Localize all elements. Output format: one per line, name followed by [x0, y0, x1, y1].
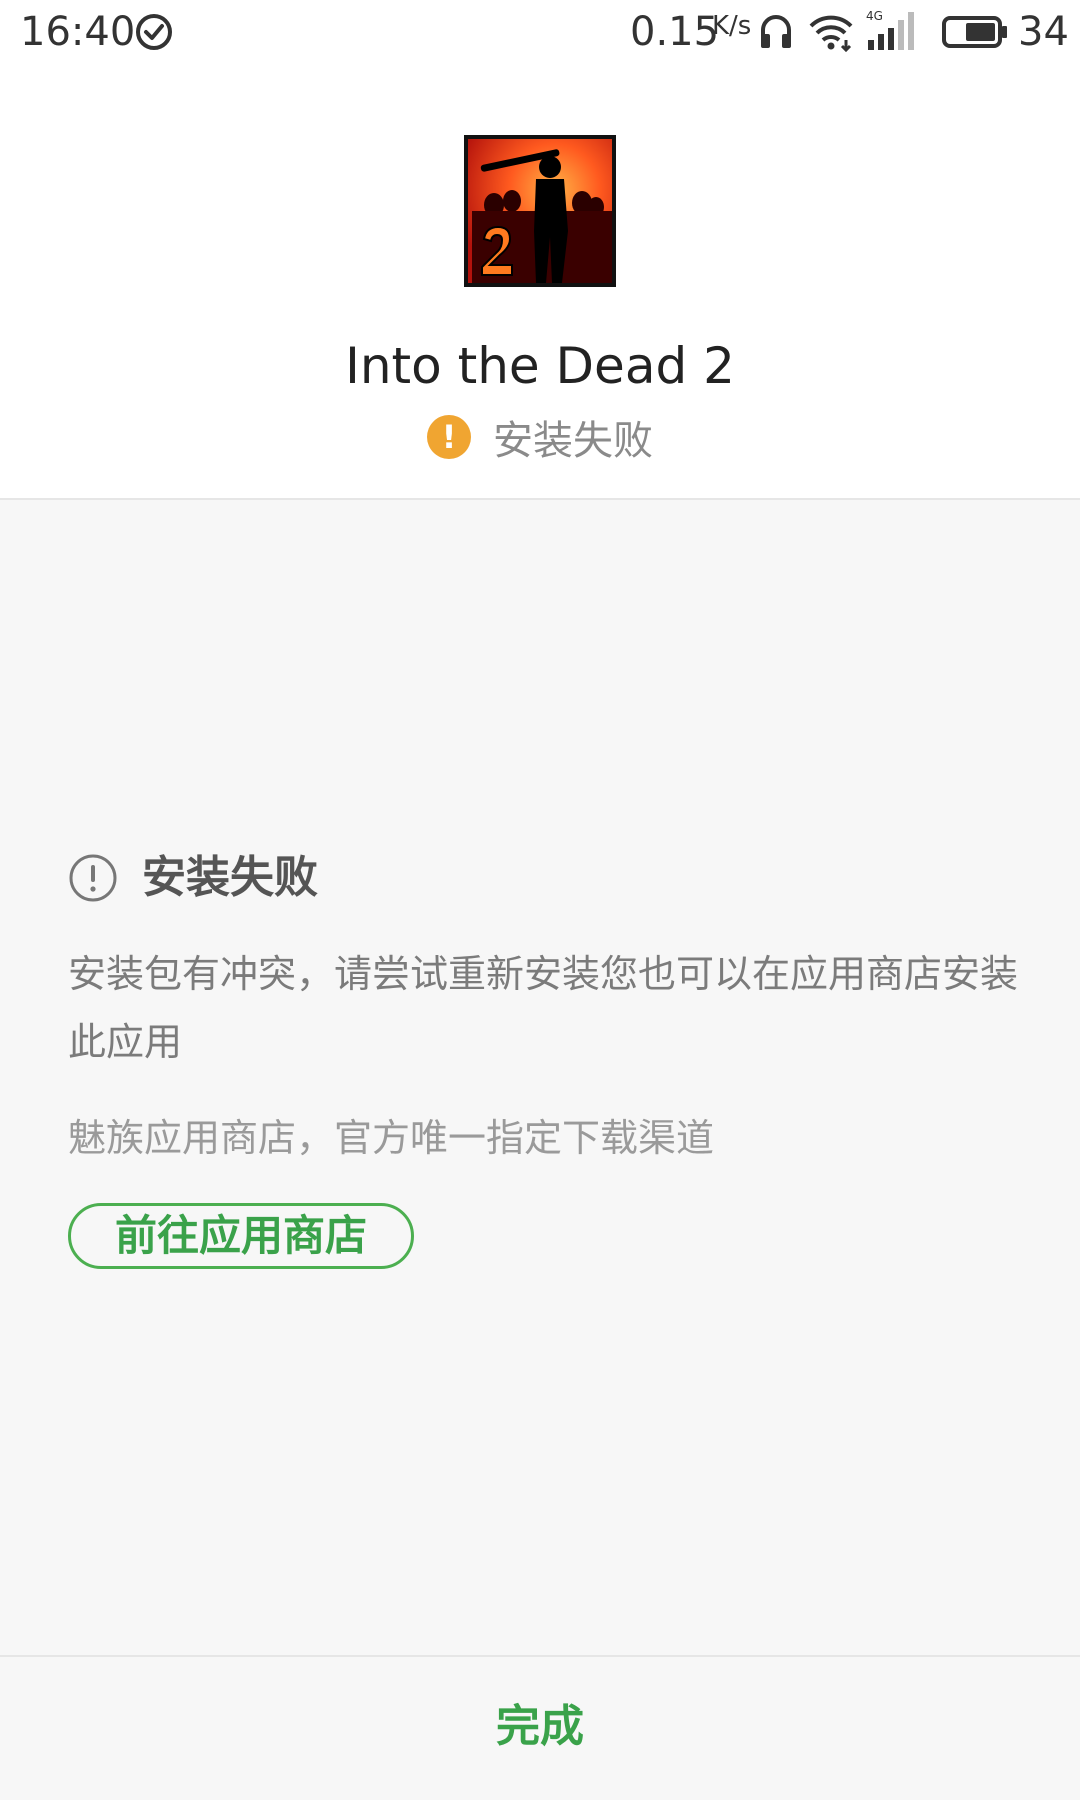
app-name: Into the Dead 2	[345, 337, 735, 395]
status-time: 16:40	[20, 9, 136, 55]
headset-icon	[761, 15, 791, 48]
svg-text:4G: 4G	[866, 9, 883, 23]
check-circle-icon	[136, 14, 172, 50]
alert-circle-icon	[69, 854, 117, 902]
app-icon	[464, 135, 616, 287]
status-bar: 16:40 0.15 K/s 4G 34	[0, 0, 1080, 64]
main-content: 安装失败 安装包有冲突，请尝试重新安装您也可以在应用商店安装此应用 魅族应用商店…	[0, 500, 1080, 1655]
battery-icon	[942, 16, 1007, 48]
network-speed-unit: K/s	[712, 11, 752, 41]
bottom-bar: 完成	[0, 1655, 1080, 1800]
warning-icon: !	[427, 415, 471, 459]
fail-title-row: 安装失败	[68, 850, 318, 906]
app-header: Into the Dead 2 ! 安装失败	[0, 64, 1080, 500]
open-app-store-button[interactable]: 前往应用商店	[68, 1203, 414, 1269]
fail-title: 安装失败	[142, 852, 318, 903]
done-button[interactable]: 完成	[390, 1687, 690, 1767]
network-speed: 0.15	[630, 9, 720, 55]
install-status: ! 安装失败	[0, 409, 1080, 465]
fail-description: 安装包有冲突，请尝试重新安装您也可以在应用商店安装此应用	[68, 952, 1019, 1064]
signal-icon: 4G	[866, 9, 914, 50]
battery-percent: 34	[1018, 9, 1069, 55]
store-note: 魅族应用商店，官方唯一指定下载渠道	[68, 1116, 715, 1160]
install-status-label: 安装失败	[493, 418, 653, 464]
wifi-icon	[809, 15, 853, 52]
